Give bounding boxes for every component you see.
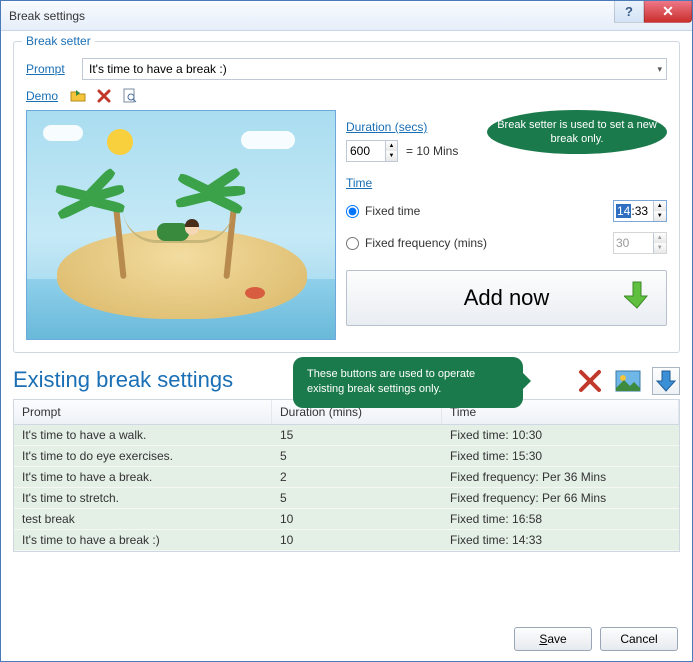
delete-icon[interactable]: [96, 88, 112, 104]
table-body: It's time to have a walk.15Fixed time: 1…: [14, 425, 679, 551]
main-row: Break setter is used to set a new break …: [26, 110, 667, 340]
prompt-value: It's time to have a break :): [89, 62, 227, 76]
time-label: Time: [346, 176, 667, 190]
cell-duration: 10: [272, 509, 442, 529]
prompt-combo[interactable]: It's time to have a break :): [82, 58, 667, 80]
delete-break-button[interactable]: [576, 367, 604, 395]
content-area: Break setter Prompt It's time to have a …: [1, 31, 692, 562]
fixed-freq-radio[interactable]: [346, 237, 359, 250]
help-button[interactable]: ?: [614, 1, 644, 23]
save-button[interactable]: Save: [514, 627, 592, 651]
cell-duration: 10: [272, 530, 442, 550]
time-rest[interactable]: :33: [631, 204, 648, 218]
image-button[interactable]: [614, 367, 642, 395]
add-now-button[interactable]: Add now: [346, 270, 667, 326]
demo-row: Demo: [26, 88, 667, 104]
table-row[interactable]: It's time to have a break :)10Fixed time…: [14, 530, 679, 551]
table-row[interactable]: It's time to have a break.2Fixed frequen…: [14, 467, 679, 488]
duration-eq: = 10 Mins: [406, 144, 458, 158]
cell-prompt: It's time to have a walk.: [14, 425, 272, 445]
table-row[interactable]: It's time to have a walk.15Fixed time: 1…: [14, 425, 679, 446]
cell-prompt: test break: [14, 509, 272, 529]
cell-duration: 5: [272, 446, 442, 466]
existing-heading: Existing break settings: [13, 367, 233, 393]
table-row[interactable]: It's time to do eye exercises.5Fixed tim…: [14, 446, 679, 467]
spinner-arrows[interactable]: ▲▼: [385, 141, 397, 161]
cell-duration: 2: [272, 467, 442, 487]
setter-tooltip: Break setter is used to set a new break …: [487, 110, 667, 154]
table-row[interactable]: It's time to stretch.5Fixed frequency: P…: [14, 488, 679, 509]
footer: Save Cancel: [514, 627, 678, 651]
existing-toolbar: [576, 367, 680, 395]
break-setter-legend: Break setter: [22, 34, 95, 48]
cell-prompt: It's time to do eye exercises.: [14, 446, 272, 466]
cell-time: Fixed time: 16:58: [442, 509, 679, 529]
cell-time: Fixed frequency: Per 66 Mins: [442, 488, 679, 508]
fixed-time-radio[interactable]: [346, 205, 359, 218]
fixed-freq-row: Fixed frequency (mins) 30 ▲▼: [346, 232, 667, 254]
window-buttons: ? ✕: [614, 1, 692, 23]
cell-prompt: It's time to have a break :): [14, 530, 272, 550]
cell-time: Fixed frequency: Per 36 Mins: [442, 467, 679, 487]
preview-page-icon[interactable]: [122, 88, 138, 104]
prompt-row: Prompt It's time to have a break :): [26, 58, 667, 80]
time-arrows[interactable]: ▲▼: [653, 201, 666, 221]
down-arrow-icon: [624, 280, 650, 316]
cell-prompt: It's time to stretch.: [14, 488, 272, 508]
move-down-button[interactable]: [652, 367, 680, 395]
cell-time: Fixed time: 14:33: [442, 530, 679, 550]
existing-header: Existing break settings These buttons ar…: [13, 367, 680, 393]
break-table: Prompt Duration (mins) Time It's time to…: [13, 399, 680, 552]
image-preview: [26, 110, 336, 340]
cell-time: Fixed time: 15:30: [442, 446, 679, 466]
fixed-time-label: Fixed time: [365, 204, 607, 218]
fixed-freq-label: Fixed frequency (mins): [365, 236, 607, 250]
fixed-freq-spinner[interactable]: 30 ▲▼: [613, 232, 667, 254]
titlebar: Break settings ? ✕: [1, 1, 692, 31]
cell-duration: 5: [272, 488, 442, 508]
existing-tooltip: These buttons are used to operate existi…: [293, 357, 523, 408]
open-file-icon[interactable]: [70, 88, 86, 104]
cell-duration: 15: [272, 425, 442, 445]
freq-value: 30: [614, 233, 653, 253]
col-prompt[interactable]: Prompt: [14, 400, 272, 424]
cell-time: Fixed time: 10:30: [442, 425, 679, 445]
freq-arrows[interactable]: ▲▼: [653, 233, 666, 253]
cell-prompt: It's time to have a break.: [14, 467, 272, 487]
settings-column: Break setter is used to set a new break …: [346, 110, 667, 340]
table-row[interactable]: test break10Fixed time: 16:58: [14, 509, 679, 530]
fixed-time-spinner[interactable]: 14:33 ▲▼: [613, 200, 667, 222]
demo-label: Demo: [26, 89, 58, 103]
duration-input[interactable]: [347, 141, 385, 161]
cancel-button[interactable]: Cancel: [600, 627, 678, 651]
window-title: Break settings: [9, 9, 85, 23]
duration-spinner[interactable]: ▲▼: [346, 140, 398, 162]
fixed-time-row: Fixed time 14:33 ▲▼: [346, 200, 667, 222]
break-setter-group: Break setter Prompt It's time to have a …: [13, 41, 680, 353]
close-button[interactable]: ✕: [644, 1, 692, 23]
add-now-label: Add now: [464, 285, 550, 311]
window: Break settings ? ✕ Break setter Prompt I…: [0, 0, 693, 662]
time-hour[interactable]: 14: [616, 204, 631, 218]
prompt-label: Prompt: [26, 62, 82, 76]
